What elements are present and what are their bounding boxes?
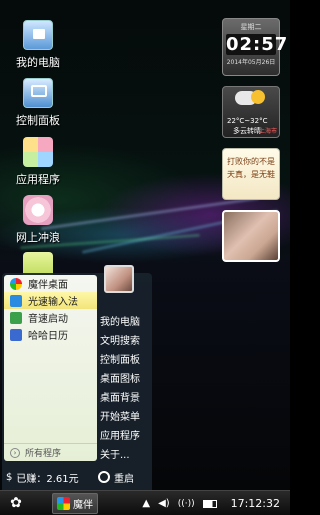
taskbar: ✿ 魔伴 ▲ ◀) ((·)) 17:12:32 (0, 490, 290, 515)
restart-button[interactable]: 重启 (98, 470, 134, 485)
calendar-icon (10, 328, 22, 341)
tray-expand-icon[interactable]: ▲ (142, 498, 150, 509)
desktop-icon-label: 我的电脑 (16, 56, 60, 69)
menu-item-about[interactable]: 关于... (100, 446, 130, 461)
menu-item-apps[interactable]: 应用程序 (100, 427, 140, 442)
control-panel-icon (23, 78, 53, 108)
weather-city: 上海市 (258, 128, 277, 135)
battery-icon[interactable] (202, 499, 217, 508)
earned-label: 已赚：2.61元 (16, 473, 79, 485)
desktop-icon-control-panel[interactable]: 控制面板 (8, 78, 68, 128)
taskbar-item-moban[interactable]: 魔伴 (52, 492, 98, 514)
clock-date: 2014年05月26日 (226, 59, 276, 66)
desktop-icon-my-computer[interactable]: 我的电脑 (8, 20, 68, 70)
desktop-icon-label: 控制面板 (16, 114, 60, 127)
menu-item-search[interactable]: 文明搜索 (100, 332, 140, 347)
desktop-icon-apps[interactable]: 应用程序 (8, 137, 68, 187)
moban-icon (10, 277, 22, 290)
computer-icon (23, 20, 53, 50)
desktop-icon-label: 网上冲浪 (16, 231, 60, 244)
weather-temp: 22°C~32°C (227, 117, 268, 125)
app-item-calendar[interactable]: 哈哈日历 (4, 326, 97, 343)
apps-icon (23, 137, 53, 167)
app-item-label: 魔伴桌面 (28, 280, 68, 291)
note-line-2: 天真，是无鞋 (227, 170, 275, 179)
menu-item-start-menu[interactable]: 开始菜单 (100, 408, 140, 423)
money-icon: $ (6, 471, 13, 483)
wifi-icon[interactable]: ((·)) (178, 499, 195, 509)
arrow-right-icon: › (10, 447, 20, 458)
weather-widget[interactable]: 22°C~32°C 多云转晴 上海市 (222, 86, 280, 138)
app-item-input-method[interactable]: 光速输入法 (4, 292, 97, 309)
note-line-1: 打败你的不是 (227, 157, 275, 166)
desktop-icon-label: 应用程序 (16, 173, 60, 186)
moban-icon (57, 496, 70, 510)
taskbar-clock[interactable]: 17:12:32 (231, 497, 280, 510)
input-method-icon (10, 294, 22, 307)
photo-widget[interactable] (222, 210, 280, 262)
app-item-label: 哈哈日历 (28, 331, 68, 342)
app-item-label: 光速输入法 (28, 297, 78, 308)
start-flower-icon: ✿ (10, 495, 22, 511)
app-list-panel: 魔伴桌面 光速输入法 音速启动 哈哈日历 › 所有程序 (4, 275, 97, 461)
desktop-icon-browser[interactable]: 网上冲浪 (8, 195, 68, 245)
clock-weekday: 星期二 (240, 23, 262, 31)
taskbar-item-label: 魔伴 (73, 499, 93, 511)
power-icon (98, 471, 110, 483)
all-programs-label: 所有程序 (25, 449, 62, 459)
earned-status: $ 已赚：2.61元 (2, 470, 79, 485)
system-tray: ▲ ◀) ((·)) 17:12:32 (142, 491, 290, 515)
launcher-icon (10, 311, 22, 324)
start-button[interactable]: ✿ (0, 491, 32, 515)
all-programs-button[interactable]: › 所有程序 (4, 443, 97, 461)
app-item-moban[interactable]: 魔伴桌面 (4, 275, 97, 292)
clock-time: 02:57 (226, 34, 289, 55)
start-menu-footer: $ 已赚：2.61元 重启 (2, 464, 152, 490)
note-widget[interactable]: 打败你的不是 天真，是无鞋 (222, 148, 280, 200)
volume-icon[interactable]: ◀) (158, 498, 170, 509)
menu-item-my-computer[interactable]: 我的电脑 (100, 313, 140, 328)
start-menu: 魔伴桌面 光速输入法 音速启动 哈哈日历 › 所有程序 我的电脑 文明搜索 控制… (2, 273, 152, 490)
menu-item-desktop-icons[interactable]: 桌面图标 (100, 370, 140, 385)
app-item-label: 音速启动 (28, 314, 68, 325)
menu-item-desktop-background[interactable]: 桌面背景 (100, 389, 140, 404)
clock-widget[interactable]: 星期二 02:57 2014年05月26日 (222, 18, 289, 76)
weather-sun-icon (251, 90, 265, 104)
restart-label: 重启 (114, 473, 134, 485)
menu-item-control-panel[interactable]: 控制面板 (100, 351, 140, 366)
avatar[interactable] (104, 265, 134, 293)
browser-icon (23, 195, 53, 225)
app-item-launcher[interactable]: 音速启动 (4, 309, 97, 326)
weather-condition: 多云转晴 (233, 127, 261, 135)
